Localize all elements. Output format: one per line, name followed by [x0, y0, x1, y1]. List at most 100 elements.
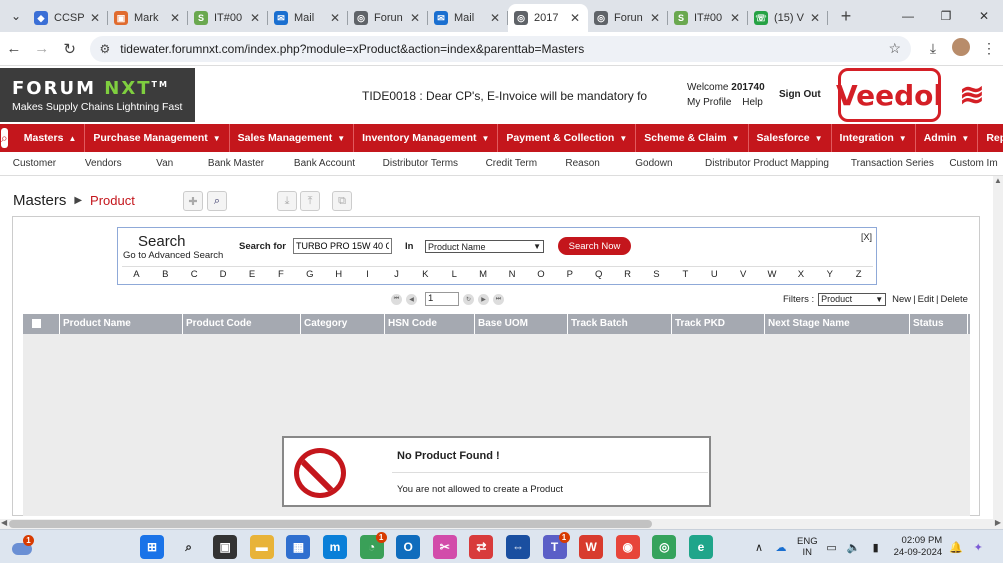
sign-out-link[interactable]: Sign Out [779, 89, 821, 100]
snip-tool-icon[interactable]: ✂ [432, 535, 457, 559]
back-icon[interactable]: ← [0, 40, 28, 57]
scroll-right-icon[interactable]: ▶ [995, 518, 1001, 527]
horizontal-scrollbar[interactable]: ◀ ▶ [0, 518, 1003, 529]
alphabet-letter[interactable]: Q [584, 267, 613, 281]
sub-menu-item[interactable]: Custom Im [944, 158, 1003, 169]
grid-column-header[interactable]: Product Code [183, 314, 301, 334]
browser-tab[interactable]: ◎ Forun ✕ [348, 4, 428, 32]
main-menu-item[interactable]: Reports▼ [978, 124, 1003, 152]
sub-menu-item[interactable]: Customer [0, 158, 69, 169]
breadcrumb-section[interactable]: Masters [13, 192, 66, 209]
close-search-link[interactable]: [X] [861, 232, 872, 242]
store-app-icon[interactable]: m [322, 535, 347, 559]
select-all-checkbox[interactable] [32, 319, 41, 328]
tab-close-icon[interactable]: ✕ [248, 11, 262, 25]
alphabet-letter[interactable]: T [671, 267, 700, 281]
teamviewer-icon[interactable]: ⇔ [505, 535, 530, 559]
grid-column-header[interactable]: Status [910, 314, 968, 334]
search-now-button[interactable]: Search Now [558, 237, 631, 255]
task-view-icon[interactable]: ▣ [213, 535, 238, 559]
scroll-left-icon[interactable]: ◀ [1, 518, 7, 527]
alphabet-letter[interactable]: G [295, 267, 324, 281]
alphabet-letter[interactable]: J [382, 267, 411, 281]
alphabet-letter[interactable]: Y [815, 267, 844, 281]
vertical-scrollbar[interactable]: ▲ [993, 176, 1003, 519]
alphabet-letter[interactable]: K [411, 267, 440, 281]
new-tab-button[interactable]: + [834, 6, 858, 27]
browser-tab[interactable]: ☏ (15) V ✕ [748, 4, 828, 32]
edge-icon[interactable]: e [688, 535, 713, 559]
app-icon[interactable]: ◔ 1 [359, 532, 387, 559]
alphabet-letter[interactable]: X [786, 267, 815, 281]
sub-menu-item[interactable]: Distributor Product Mapping [693, 158, 841, 169]
tab-close-icon[interactable]: ✕ [808, 11, 822, 25]
edit-link[interactable]: Edit [918, 294, 934, 305]
main-menu-item[interactable]: Purchase Management ▼ [85, 124, 230, 152]
url-text[interactable]: tidewater.forumnxt.com/index.php?module=… [120, 42, 888, 56]
search-icon[interactable]: ⌕ [207, 191, 227, 211]
sub-menu-item[interactable]: Bank Account [280, 158, 369, 169]
tab-close-icon[interactable]: ✕ [648, 11, 662, 25]
sub-menu-item[interactable]: Godown [615, 158, 694, 169]
last-page-icon[interactable]: ⏭ [493, 293, 504, 305]
sub-menu-item[interactable]: Distributor Terms [369, 158, 472, 169]
browser-tab[interactable]: ◆ CCSP ✕ [28, 4, 108, 32]
alphabet-letter[interactable]: R [613, 267, 642, 281]
add-icon[interactable]: ✚ [183, 191, 203, 211]
tab-close-icon[interactable]: ✕ [408, 11, 422, 25]
app-icon[interactable]: ⇄ [469, 535, 494, 559]
grid-column-header[interactable]: Track PKD [672, 314, 765, 334]
alphabet-letter[interactable]: H [324, 267, 353, 281]
forumnxt-logo[interactable]: FORUM NXTTM Makes Supply Chains Lightnin… [0, 68, 195, 122]
search-input[interactable] [293, 238, 392, 254]
profile-avatar[interactable] [947, 38, 975, 59]
duplicate-icon[interactable]: ⧉ [332, 191, 352, 211]
search-field-select[interactable]: Product Name ▼ [425, 240, 544, 253]
alphabet-letter[interactable]: F [266, 267, 295, 281]
display-icon[interactable]: ▭ [824, 541, 840, 554]
main-menu-item[interactable]: Scheme & Claim ▼ [636, 124, 749, 152]
alphabet-letter[interactable]: C [180, 267, 209, 281]
next-page-icon[interactable]: ▶ [478, 293, 489, 305]
sub-menu-item[interactable]: Credit Term [472, 158, 551, 169]
alphabet-letter[interactable]: O [526, 267, 555, 281]
alphabet-letter[interactable]: U [700, 267, 729, 281]
forward-icon[interactable]: → [28, 40, 56, 57]
help-link[interactable]: Help [742, 97, 763, 108]
first-page-icon[interactable]: ⏮ [391, 293, 402, 305]
tab-close-icon[interactable]: ✕ [488, 11, 502, 25]
grid-column-header[interactable]: Next Stage Name [765, 314, 910, 334]
copilot-icon[interactable]: ✦ [970, 541, 986, 554]
delete-link[interactable]: Delete [940, 294, 967, 305]
grid-column-header[interactable]: Product Name [60, 314, 183, 334]
go-page-icon[interactable]: ↻ [463, 293, 474, 305]
main-menu-item[interactable]: Salesforce ▼ [749, 124, 832, 152]
grid-column-header[interactable]: Track Batch [568, 314, 672, 334]
grid-column-header[interactable]: Category [301, 314, 385, 334]
browser-tab[interactable]: ✉ Mail ✕ [268, 4, 348, 32]
alphabet-letter[interactable]: Z [844, 267, 873, 281]
alphabet-letter[interactable]: A [122, 267, 151, 281]
clock[interactable]: 02:09 PM 24-09-2024 [894, 535, 943, 559]
weather-widget[interactable]: 1 [12, 535, 36, 557]
menu-search-icon[interactable]: ⌕ [1, 128, 8, 148]
browser-tab[interactable]: ◎ 2017 ✕ [508, 4, 588, 32]
search-icon[interactable]: ⌕ [177, 535, 201, 559]
browser-tab[interactable]: ✉ Mail ✕ [428, 4, 508, 32]
prev-page-icon[interactable]: ◀ [406, 293, 417, 305]
main-menu-item[interactable]: Integration ▼ [832, 124, 916, 152]
alphabet-letter[interactable]: E [238, 267, 267, 281]
sub-menu-item[interactable]: Vendors [69, 158, 138, 169]
filter-select[interactable]: Product ▼ [818, 293, 887, 306]
tab-close-icon[interactable]: ✕ [728, 11, 742, 25]
alphabet-letter[interactable]: N [498, 267, 527, 281]
chrome-icon[interactable]: ◉ [615, 535, 640, 559]
alphabet-letter[interactable]: I [353, 267, 382, 281]
outlook-icon[interactable]: O [396, 535, 421, 559]
main-menu-item[interactable]: Payment & Collection ▼ [498, 124, 637, 152]
tab-close-icon[interactable]: ✕ [568, 11, 582, 25]
alphabet-letter[interactable]: S [642, 267, 671, 281]
browser-tab[interactable]: ▣ Mark ✕ [108, 4, 188, 32]
teams-icon[interactable]: T1 [542, 532, 570, 559]
browser-tab[interactable]: S IT#00 ✕ [188, 4, 268, 32]
